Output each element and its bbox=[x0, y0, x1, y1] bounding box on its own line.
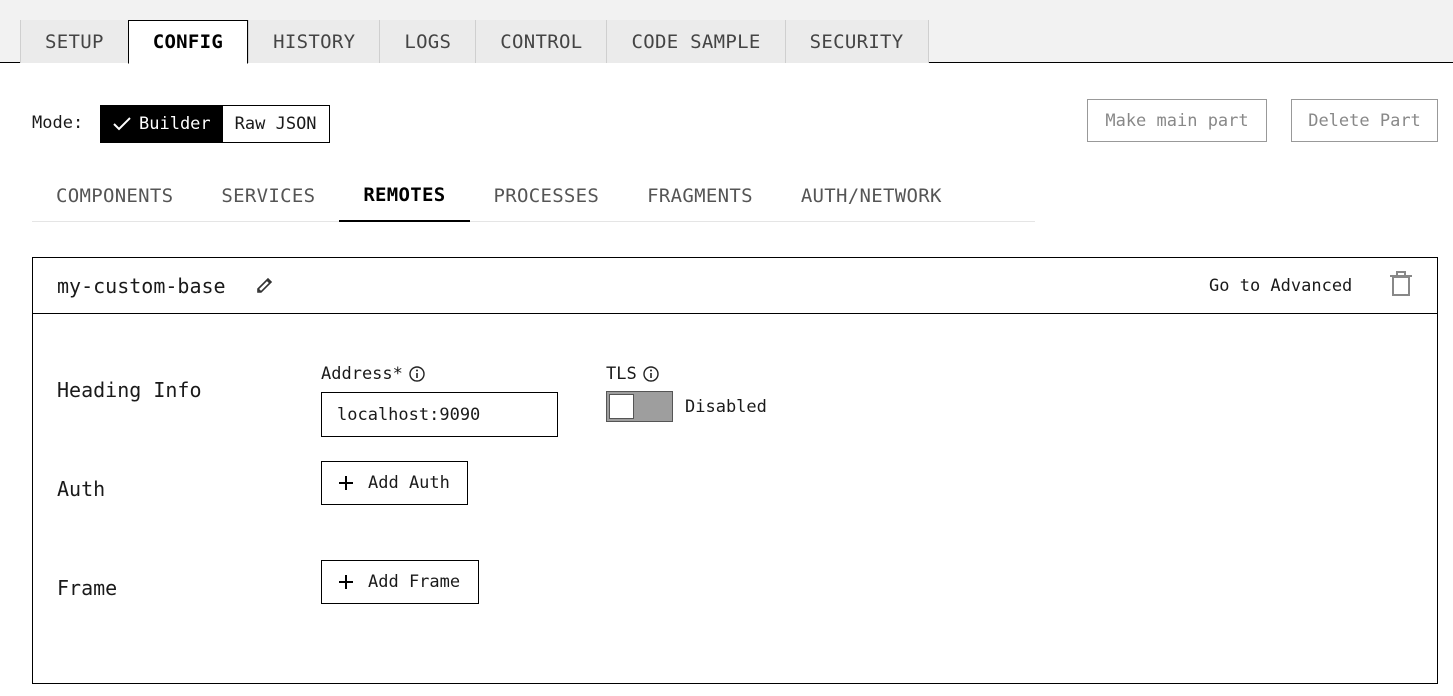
info-icon[interactable] bbox=[643, 366, 659, 382]
subtab-remotes[interactable]: REMOTES bbox=[339, 170, 470, 222]
mode-label: Mode: bbox=[32, 113, 84, 133]
top-tab-bar: SETUP CONFIG HISTORY LOGS CONTROL CODE S… bbox=[0, 0, 1453, 64]
frame-label: Frame bbox=[57, 576, 118, 600]
tls-toggle-knob bbox=[609, 394, 634, 419]
remote-card-header: my-custom-base Go to Advanced bbox=[33, 258, 1437, 314]
address-input[interactable] bbox=[321, 392, 558, 437]
pencil-icon[interactable] bbox=[255, 275, 275, 295]
check-icon bbox=[113, 117, 131, 131]
subtab-processes[interactable]: PROCESSES bbox=[470, 170, 624, 222]
subtab-components[interactable]: COMPONENTS bbox=[32, 170, 197, 222]
remote-name: my-custom-base bbox=[57, 274, 226, 298]
mode-builder-label: Builder bbox=[139, 114, 211, 134]
tls-label: TLS bbox=[606, 364, 659, 384]
make-main-part-button[interactable]: Make main part bbox=[1087, 99, 1267, 142]
info-icon[interactable] bbox=[409, 366, 425, 382]
tab-code-sample[interactable]: CODE SAMPLE bbox=[606, 20, 785, 63]
tab-config[interactable]: CONFIG bbox=[127, 20, 249, 64]
add-frame-button[interactable]: Add Frame bbox=[321, 560, 479, 604]
mode-builder-button[interactable]: Builder bbox=[101, 106, 223, 142]
add-auth-button[interactable]: Add Auth bbox=[321, 461, 468, 505]
go-to-advanced-link[interactable]: Go to Advanced bbox=[1209, 276, 1352, 296]
plus-icon bbox=[339, 476, 353, 490]
add-auth-label: Add Auth bbox=[368, 473, 450, 493]
subtab-fragments[interactable]: FRAGMENTS bbox=[623, 170, 777, 222]
tab-security[interactable]: SECURITY bbox=[784, 20, 929, 63]
remote-card: my-custom-base Go to Advanced Heading In… bbox=[32, 257, 1438, 684]
tls-state-text: Disabled bbox=[685, 397, 767, 417]
heading-info-label: Heading Info bbox=[57, 378, 202, 402]
mode-toggle: Builder Raw JSON bbox=[100, 105, 330, 143]
sub-tabs: COMPONENTS SERVICES REMOTES PROCESSES FR… bbox=[32, 170, 1035, 222]
tls-label-text: TLS bbox=[606, 364, 637, 384]
add-frame-label: Add Frame bbox=[368, 572, 461, 592]
tab-setup[interactable]: SETUP bbox=[20, 20, 128, 63]
address-label-text: Address* bbox=[321, 364, 403, 384]
tls-toggle[interactable] bbox=[606, 391, 673, 422]
tab-history[interactable]: HISTORY bbox=[248, 20, 380, 63]
address-label: Address* bbox=[321, 364, 425, 384]
subtab-services[interactable]: SERVICES bbox=[197, 170, 339, 222]
mode-raw-json-button[interactable]: Raw JSON bbox=[223, 106, 329, 142]
plus-icon bbox=[339, 575, 353, 589]
auth-label: Auth bbox=[57, 477, 106, 501]
subtab-auth-network[interactable]: AUTH/NETWORK bbox=[777, 170, 966, 222]
trash-icon[interactable] bbox=[1389, 271, 1413, 297]
tab-control[interactable]: CONTROL bbox=[475, 20, 607, 63]
delete-part-button[interactable]: Delete Part bbox=[1291, 99, 1438, 142]
tab-logs[interactable]: LOGS bbox=[379, 20, 476, 63]
top-tabs: SETUP CONFIG HISTORY LOGS CONTROL CODE S… bbox=[20, 20, 929, 64]
mode-raw-json-label: Raw JSON bbox=[234, 114, 317, 134]
